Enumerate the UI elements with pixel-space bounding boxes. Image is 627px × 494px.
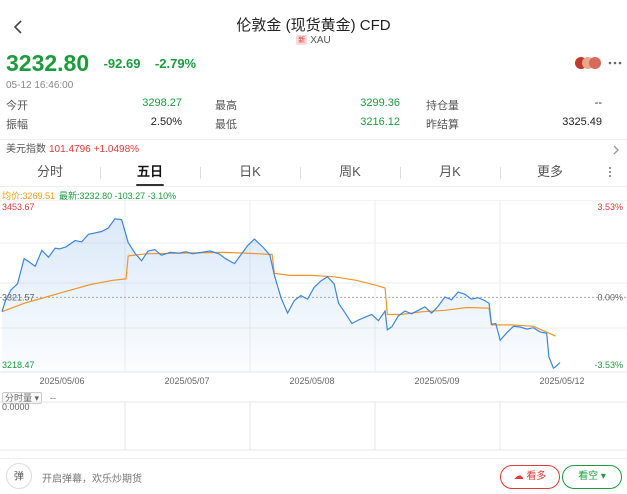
volume-chart[interactable]: 0.0000 bbox=[0, 400, 627, 452]
y-tick-left: 3321.57 bbox=[2, 292, 35, 302]
cloud-icon: ☁ bbox=[513, 471, 524, 482]
open-label: 今开 bbox=[6, 100, 28, 112]
user-avatars-icon[interactable] bbox=[574, 56, 606, 70]
tab-weekly-k[interactable]: 周K bbox=[300, 159, 400, 187]
chevron-right-icon bbox=[613, 145, 619, 155]
prev-settle-label: 昨结算 bbox=[426, 119, 459, 131]
danmu-toggle-icon[interactable]: 弹 bbox=[6, 463, 32, 489]
bearish-button[interactable]: 看空 ▾ bbox=[562, 465, 622, 489]
new-badge: 新 bbox=[296, 35, 308, 45]
y-tick-right: -3.53% bbox=[594, 360, 623, 370]
page-subtitle: 新 XAU bbox=[0, 35, 627, 46]
page-title: 伦敦金 (现货黄金) CFD bbox=[236, 17, 391, 34]
last-price: 3232.80 bbox=[6, 50, 90, 76]
price-area bbox=[2, 218, 560, 372]
x-tick-label: 2025/05/09 bbox=[414, 376, 459, 386]
tab-five-day[interactable]: 五日 bbox=[100, 159, 200, 187]
header: 伦敦金 (现货黄金) CFD 新 XAU bbox=[0, 0, 627, 50]
bullish-button[interactable]: ☁ 看多 bbox=[500, 465, 560, 489]
more-options-icon[interactable] bbox=[607, 55, 623, 71]
low-label: 最低 bbox=[215, 119, 237, 131]
x-tick-label: 2025/05/08 bbox=[289, 376, 334, 386]
quote-time: 05-12 16:46:00 bbox=[6, 80, 74, 91]
tab-daily-k[interactable]: 日K bbox=[200, 159, 300, 187]
tab-intraday[interactable]: 分时 bbox=[0, 159, 100, 187]
open-value: 3298.27 bbox=[142, 97, 182, 109]
volume-y-tick: 0.0000 bbox=[2, 402, 30, 412]
index-value: 101.4796 bbox=[49, 144, 91, 155]
x-tick-label: 2025/05/07 bbox=[164, 376, 209, 386]
price-change-pct: -2.79% bbox=[154, 56, 197, 71]
high-label: 最高 bbox=[215, 100, 237, 112]
period-tabs: 分时 五日 日K 周K 月K 更多 bbox=[0, 159, 627, 187]
amplitude-value: 2.50% bbox=[150, 116, 182, 128]
index-change: +1.0498% bbox=[93, 144, 140, 155]
volume-chart-svg: 0.0000 bbox=[0, 401, 627, 451]
bullish-label: 看多 bbox=[526, 471, 547, 482]
amplitude-label: 振幅 bbox=[6, 119, 28, 131]
low-value: 3216.12 bbox=[360, 116, 400, 128]
x-tick-label: 2025/05/06 bbox=[39, 376, 84, 386]
y-tick-right: 3.53% bbox=[597, 202, 623, 212]
tab-monthly-k[interactable]: 月K bbox=[400, 159, 500, 187]
tab-more[interactable]: 更多 bbox=[500, 159, 600, 187]
prev-settle-value: 3325.49 bbox=[562, 116, 602, 128]
x-tick-label: 2025/05/12 bbox=[539, 376, 584, 386]
high-value: 3299.36 bbox=[360, 97, 400, 109]
price-chart-svg: 3453.67 3321.57 3218.47 3.53% 0.00% -3.53% 202… bbox=[0, 199, 627, 386]
y-tick-right: 0.00% bbox=[597, 292, 623, 302]
index-name: 美元指数 bbox=[6, 144, 46, 155]
bearish-label: 看空 bbox=[578, 471, 599, 482]
price-change: -92.69 bbox=[103, 56, 141, 71]
chart-settings-icon[interactable] bbox=[603, 165, 617, 179]
y-tick-left: 3453.67 bbox=[2, 202, 35, 212]
dollar-index-bar[interactable]: 美元指数 101.4796 +1.0498% bbox=[0, 139, 627, 159]
symbol-code: XAU bbox=[310, 35, 331, 46]
position-label: 持仓量 bbox=[426, 100, 459, 112]
price-chart[interactable]: 3453.67 3321.57 3218.47 3.53% 0.00% -3.53% 202… bbox=[0, 199, 627, 390]
bottom-bar: 弹 开启弹幕，欢乐炒期货 ☁ 看多 看空 ▾ bbox=[0, 458, 627, 494]
position-value: -- bbox=[594, 97, 602, 109]
price-row: 3232.80 -92.69 -2.79% bbox=[6, 50, 196, 76]
y-tick-left: 3218.47 bbox=[2, 360, 35, 370]
caret-down-icon: ▾ bbox=[600, 471, 606, 482]
svg-text:弹: 弹 bbox=[14, 470, 24, 483]
danmu-prompt: 开启弹幕，欢乐炒期货 bbox=[42, 474, 142, 485]
